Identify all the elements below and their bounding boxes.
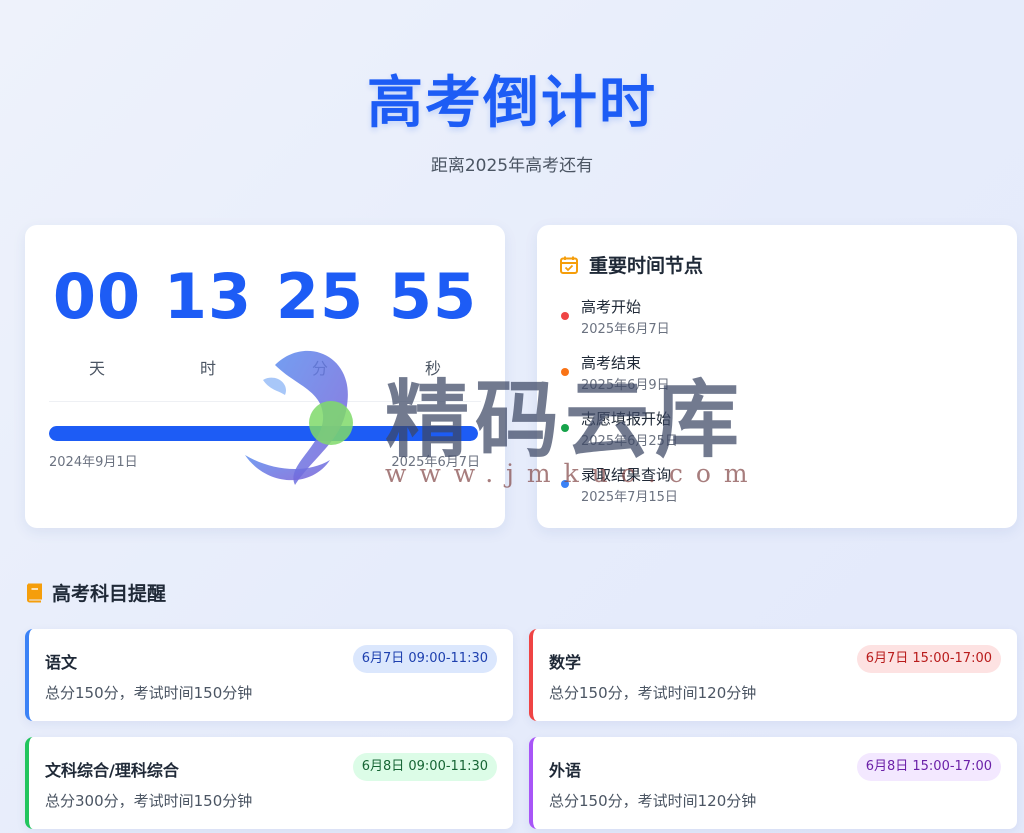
page-title: 高考倒计时 [367,71,657,136]
subject-description: 总分150分，考试时间150分钟 [45,684,253,702]
timeline-event: 志愿填报开始 2025年6月25日 [561,408,981,456]
book-icon [27,583,42,602]
event-dot [561,480,569,488]
subject-card: 文科综合/理科综合 6月8日 09:00-11:30 总分300分，考试时间15… [25,737,513,829]
timeline-title: 重要时间节点 [589,255,704,277]
subject-description: 总分150分，考试时间120分钟 [549,792,757,810]
subject-description: 总分150分，考试时间120分钟 [549,684,757,702]
timeline-event: 高考开始 2025年6月7日 [561,296,981,344]
subject-time-badge: 6月7日 15:00-17:00 [856,645,1001,673]
days-label: 天 [88,359,105,378]
countdown-minutes: 25 分 [270,261,370,379]
timeline-event: 高考结束 2025年6月9日 [561,352,981,400]
countdown-days: 00 天 [47,261,147,379]
timeline-card: 重要时间节点 高考开始 2025年6月7日 高考结束 2025年6月9日 志愿填… [537,225,1017,528]
hours-label: 时 [199,359,216,378]
subject-time-badge: 6月8日 15:00-17:00 [856,753,1001,781]
page-subtitle: 距离2025年高考还有 [430,156,594,176]
event-name: 高考开始 [581,298,642,316]
subjects-heading: 高考科目提醒 [25,579,166,606]
progress-fill [49,426,478,441]
subjects-title: 高考科目提醒 [52,583,167,605]
event-date: 2025年7月15日 [581,490,678,505]
subject-name: 外语 [549,761,582,780]
days-value: 00 [52,260,142,333]
seconds-label: 秒 [424,359,441,378]
subject-name: 语文 [45,653,78,672]
subject-card: 外语 6月8日 15:00-17:00 总分150分，考试时间120分钟 [529,737,1017,829]
event-date: 2025年6月9日 [581,378,670,393]
countdown-hours: 13 时 [158,261,258,379]
event-name: 录取结果查询 [581,466,672,484]
subject-name: 文科综合/理科综合 [45,761,179,780]
minutes-value: 25 [275,260,365,333]
subject-card: 数学 6月7日 15:00-17:00 总分150分，考试时间120分钟 [529,629,1017,721]
subject-name: 数学 [549,653,582,672]
event-dot [561,312,569,320]
timeline-heading: 重要时间节点 [559,251,703,278]
progress-end-date: 2025年6月7日 [391,455,480,470]
subject-time-badge: 6月7日 09:00-11:30 [352,645,497,673]
event-date: 2025年6月7日 [581,322,670,337]
subject-time-badge: 6月8日 09:00-11:30 [352,753,497,781]
calendar-check-icon [560,256,578,274]
progress-bar [49,426,478,441]
seconds-value: 55 [388,260,478,333]
subject-description: 总分300分，考试时间150分钟 [45,792,253,810]
countdown-card: 00 天 13 时 25 分 55 秒 2024年9月1日 2025年6月7日 [25,225,505,528]
progress-start-date: 2024年9月1日 [49,455,138,470]
event-date: 2025年6月25日 [581,434,678,449]
minutes-label: 分 [311,359,328,378]
event-name: 高考结束 [581,354,642,372]
timeline-event: 录取结果查询 2025年7月15日 [561,464,981,512]
event-dot [561,424,569,432]
countdown-divider [49,401,481,402]
hours-value: 13 [163,260,253,333]
event-dot [561,368,569,376]
subject-card: 语文 6月7日 09:00-11:30 总分150分，考试时间150分钟 [25,629,513,721]
event-name: 志愿填报开始 [581,410,672,428]
countdown-seconds: 55 秒 [383,261,483,379]
